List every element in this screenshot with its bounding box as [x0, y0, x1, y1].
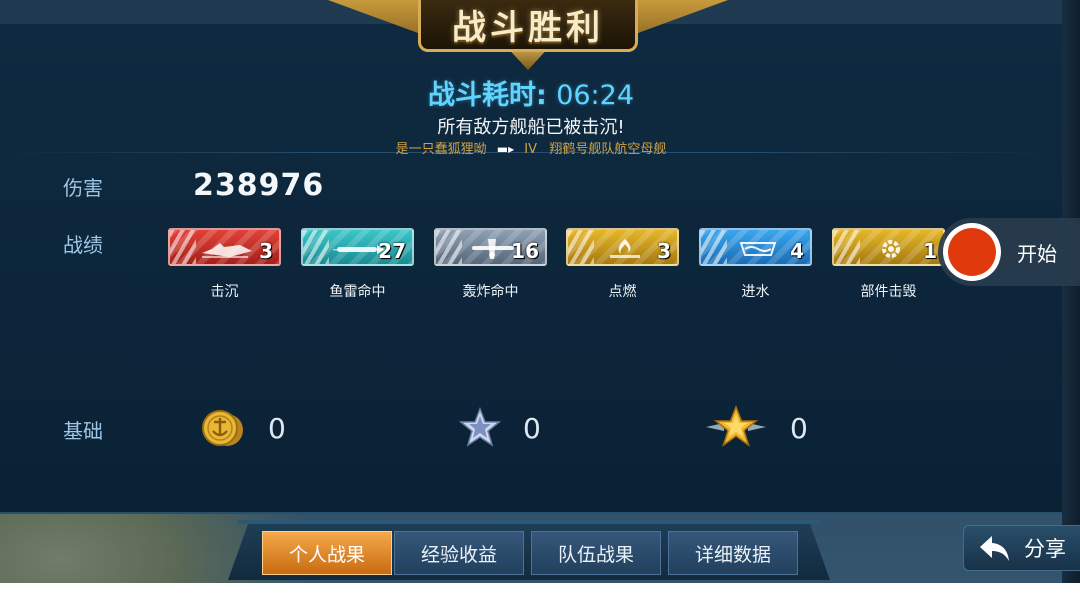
- record-dot-icon: [948, 228, 996, 276]
- share-arrow-icon: [980, 536, 1009, 561]
- tab-experience-earnings[interactable]: 经验收益: [394, 531, 524, 575]
- reward-experience: 0: [459, 402, 541, 454]
- bottom-strip: [0, 583, 1080, 606]
- record-label: 开始: [1017, 241, 1057, 266]
- result-message: 所有敌方舰船已被击沉!: [437, 117, 625, 138]
- duration-label: 战斗耗时:: [427, 80, 547, 111]
- medal-card: 16: [434, 228, 547, 266]
- medal-count: 3: [657, 239, 671, 263]
- player-ship-line: 是一只蠢狐狸呦 ▬▸ IV 翔鹤号舰队航空母舰: [0, 138, 1062, 157]
- medal-count: 4: [790, 239, 804, 263]
- medal-bomb-hit[interactable]: 16 轰炸命中: [434, 228, 547, 300]
- tab-team-results[interactable]: 队伍战果: [531, 531, 661, 575]
- duration-value: 06:24: [556, 80, 635, 111]
- medal-label: 击沉: [210, 284, 239, 300]
- medal-count: 3: [259, 239, 273, 263]
- coin-icon: [202, 410, 243, 446]
- medal-fire[interactable]: 3 点燃: [566, 228, 679, 300]
- ship-name: 翔鹤号舰队航空母舰: [549, 142, 667, 157]
- medal-flooding[interactable]: 4 进水: [699, 228, 812, 300]
- fire-icon: [610, 239, 640, 258]
- tab-detailed-data[interactable]: 详细数据: [668, 531, 798, 575]
- arrow-right-icon: ▬▸: [496, 142, 515, 156]
- gear-icon: [882, 240, 900, 258]
- medal-label: 鱼雷命中: [329, 284, 386, 300]
- medal-torpedo-hit[interactable]: 27 鱼雷命中: [301, 228, 414, 300]
- medal-count: 16: [511, 239, 539, 263]
- screen-record-widget[interactable]: 开始: [938, 218, 1080, 286]
- gold-star-icon: [706, 405, 766, 447]
- medal-module-destroyed[interactable]: 1 部件击毁: [832, 228, 945, 300]
- medal-label: 轰炸命中: [462, 284, 519, 300]
- medal-card: 1: [832, 228, 945, 266]
- medal-sunk[interactable]: 3 击沉: [168, 228, 281, 300]
- commander-exp-value: 0: [790, 411, 808, 445]
- record-button[interactable]: [943, 223, 1001, 281]
- medal-label: 点燃: [608, 284, 637, 300]
- medal-card: 3: [168, 228, 281, 266]
- screen-edge: [1062, 0, 1080, 606]
- achievements-label: 战绩: [63, 233, 103, 257]
- victory-title: 战斗胜利: [452, 8, 604, 48]
- credits-value: 0: [268, 411, 286, 445]
- victory-banner: 战斗胜利: [328, 0, 728, 70]
- tab-personal-results[interactable]: 个人战果: [262, 531, 392, 575]
- banner-plate: 战斗胜利: [418, 0, 638, 52]
- reward-credits: 0: [200, 402, 286, 454]
- share-button[interactable]: 分享: [963, 525, 1080, 571]
- share-label: 分享: [1024, 537, 1066, 561]
- medal-count: 27: [378, 239, 406, 263]
- medal-count: 1: [923, 239, 937, 263]
- damage-value: 238976: [193, 168, 325, 203]
- ship-tier: IV: [524, 142, 537, 157]
- medal-card: 27: [301, 228, 414, 266]
- flooding-icon: [739, 242, 777, 256]
- medal-card: 4: [699, 228, 812, 266]
- experience-value: 0: [523, 411, 541, 445]
- battle-duration: 战斗耗时: 06:24: [0, 73, 1062, 112]
- medal-label: 部件击毁: [860, 284, 917, 300]
- reward-commander-exp: 0: [706, 402, 808, 454]
- player-name: 是一只蠢狐狸呦: [395, 142, 487, 157]
- silver-star-icon: [459, 407, 501, 447]
- ship-sunk-icon: [202, 243, 252, 258]
- medal-label: 进水: [741, 284, 770, 300]
- medal-card: 3: [566, 228, 679, 266]
- tabbar-rim: [238, 520, 820, 524]
- damage-label: 伤害: [63, 176, 103, 200]
- base-label: 基础: [63, 419, 103, 443]
